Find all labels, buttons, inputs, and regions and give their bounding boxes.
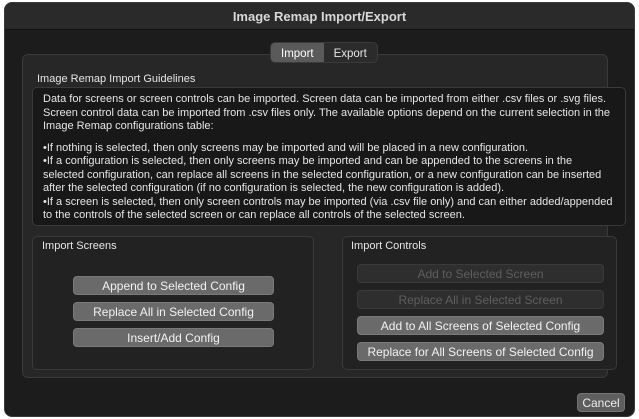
guidelines-list: If nothing is selected, then only screen…: [43, 142, 615, 223]
guidelines-intro: Data for screens or screen controls can …: [43, 93, 611, 132]
replace-all-in-config-button[interactable]: Replace All in Selected Config: [73, 302, 274, 321]
cancel-button[interactable]: Cancel: [577, 393, 625, 412]
append-to-config-button[interactable]: Append to Selected Config: [73, 276, 274, 295]
tab-import[interactable]: Import: [271, 43, 324, 62]
segmented-tab-control: Import Export: [270, 42, 378, 63]
insert-add-config-button[interactable]: Insert/Add Config: [73, 328, 274, 347]
guideline-item: If a configuration is selected, then onl…: [43, 155, 615, 196]
import-screens-heading: Import Screens: [42, 240, 117, 252]
guidelines-heading: Image Remap Import Guidelines: [37, 73, 196, 85]
add-to-all-screens-button[interactable]: Add to All Screens of Selected Config: [357, 316, 604, 335]
window-title: Image Remap Import/Export: [5, 3, 634, 30]
replace-for-all-screens-button[interactable]: Replace for All Screens of Selected Conf…: [357, 342, 604, 361]
tab-export[interactable]: Export: [324, 43, 377, 62]
replace-all-selected-screen-button[interactable]: Replace All in Selected Screen: [357, 290, 604, 309]
import-controls-panel: Import Controls Add to Selected Screen R…: [342, 236, 617, 370]
import-controls-heading: Import Controls: [351, 240, 427, 252]
import-screens-panel: Import Screens Append to Selected Config…: [32, 236, 314, 370]
guideline-item: If nothing is selected, then only screen…: [43, 142, 615, 156]
add-to-selected-screen-button[interactable]: Add to Selected Screen: [357, 264, 604, 283]
guideline-item: If a screen is selected, then only scree…: [43, 196, 615, 223]
guidelines-text-box: Data for screens or screen controls can …: [32, 87, 626, 226]
